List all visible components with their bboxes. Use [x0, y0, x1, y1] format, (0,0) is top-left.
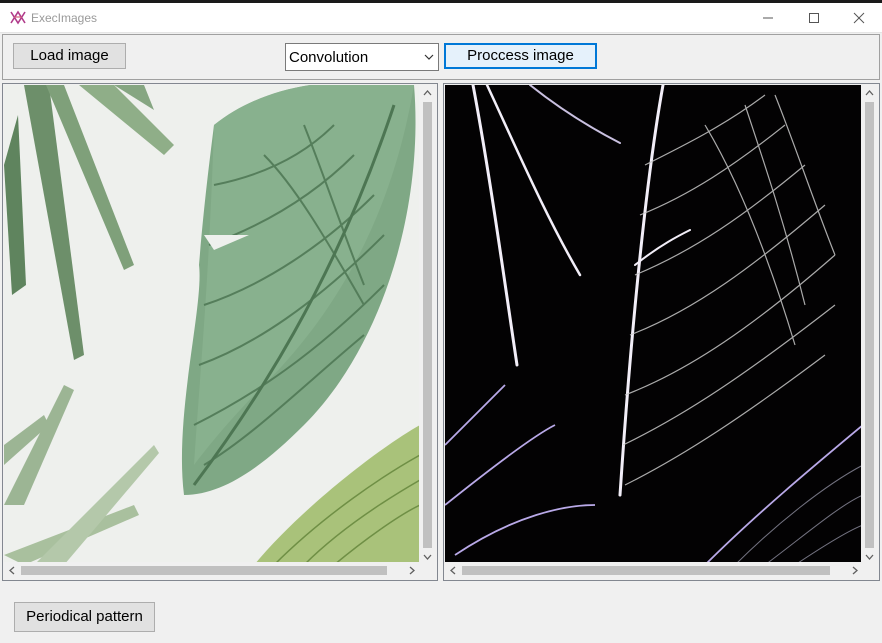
horizontal-scrollbar[interactable] — [4, 562, 420, 579]
scrollbar-thumb[interactable] — [423, 102, 432, 548]
scroll-left-icon[interactable] — [450, 566, 456, 575]
filter-select[interactable]: Convolution — [285, 43, 439, 71]
scroll-up-icon[interactable] — [865, 90, 874, 96]
processed-image — [445, 85, 863, 565]
scrollbar-thumb[interactable] — [865, 102, 874, 548]
maximize-button[interactable] — [791, 3, 837, 32]
periodical-pattern-button[interactable]: Periodical pattern — [14, 602, 155, 632]
scroll-right-icon[interactable] — [852, 566, 858, 575]
chevron-down-icon — [424, 54, 434, 60]
original-image — [4, 85, 420, 565]
vertical-scrollbar[interactable] — [861, 85, 878, 565]
close-button[interactable] — [836, 3, 882, 32]
scroll-down-icon[interactable] — [865, 554, 874, 560]
scroll-corner — [419, 562, 436, 579]
scroll-up-icon[interactable] — [423, 90, 432, 96]
app-logo-icon — [10, 10, 26, 25]
scroll-corner — [861, 562, 878, 579]
filter-select-value: Convolution — [289, 49, 369, 66]
minimize-icon — [763, 17, 773, 19]
maximize-icon — [809, 13, 819, 23]
toolbar — [2, 34, 880, 80]
scrollbar-thumb[interactable] — [462, 566, 830, 575]
scroll-left-icon[interactable] — [9, 566, 15, 575]
close-icon — [853, 12, 865, 24]
leaf-image — [4, 85, 420, 565]
window-title: ExecImages — [31, 11, 98, 25]
edge-image — [445, 85, 863, 565]
scroll-right-icon[interactable] — [409, 566, 415, 575]
scroll-down-icon[interactable] — [423, 554, 432, 560]
process-image-button[interactable]: Proccess image — [444, 43, 597, 69]
processed-image-panel — [443, 83, 880, 581]
minimize-button[interactable] — [745, 3, 791, 32]
horizontal-scrollbar[interactable] — [445, 562, 863, 579]
vertical-scrollbar[interactable] — [419, 85, 436, 565]
load-image-button[interactable]: Load image — [13, 43, 126, 69]
title-bar[interactable]: ExecImages — [0, 3, 882, 33]
original-image-panel — [2, 83, 438, 581]
scrollbar-thumb[interactable] — [21, 566, 387, 575]
